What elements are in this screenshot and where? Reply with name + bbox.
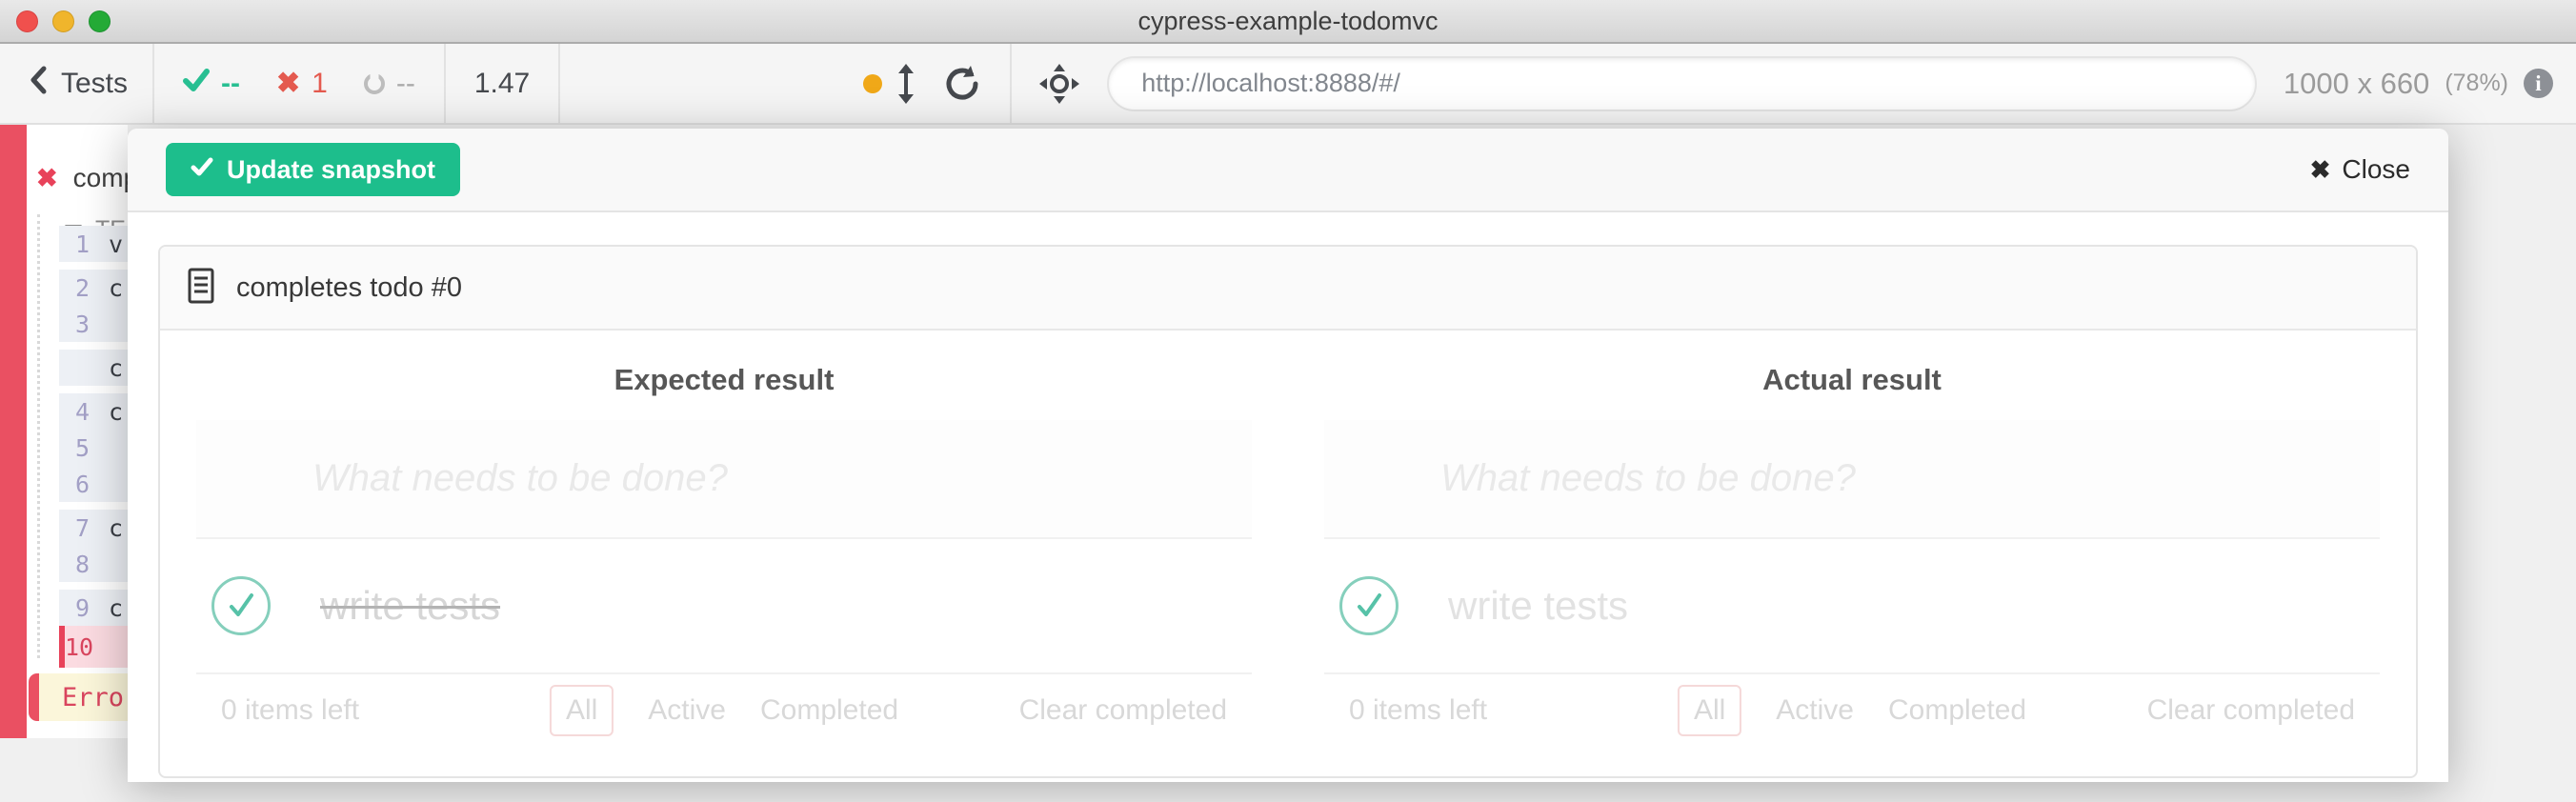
viewport-scale-arrow-icon	[894, 63, 918, 105]
items-left-count: 0 items left	[221, 694, 359, 727]
snapshot-overlay-header: Update snapshot ✖ Close	[128, 129, 2448, 212]
todo-item-label: write tests	[320, 583, 500, 629]
document-icon	[187, 268, 215, 309]
stat-failed-count: 1	[312, 68, 328, 100]
error-message-box: Error:	[29, 673, 128, 721]
stat-passed-count: --	[221, 68, 240, 100]
selector-playground-icon[interactable]	[1038, 63, 1080, 105]
info-icon[interactable]: i	[2524, 69, 2553, 98]
code-line-error: 10	[59, 626, 128, 668]
fail-x-icon: ✖	[36, 164, 58, 193]
test-title: completes todo #0	[236, 272, 462, 304]
expected-result-column: Expected result What needs to be done? w…	[160, 331, 1288, 776]
code-line: c	[59, 350, 128, 386]
snapshot-comparison: Expected result What needs to be done? w…	[160, 331, 2416, 776]
stat-pending: --	[364, 68, 415, 100]
code-line: 9c	[59, 590, 128, 626]
close-label: Close	[2342, 154, 2410, 185]
expected-todo-snapshot: What needs to be done? write tests 0 ite…	[196, 420, 1252, 747]
check-icon	[191, 155, 213, 185]
window-titlebar: cypress-example-todomvc	[0, 0, 2576, 44]
code-line: 8	[59, 546, 128, 582]
todo-toggle-checked-icon	[1339, 576, 1399, 635]
viewport-info: 1000 x 660 (78%) i	[2284, 67, 2553, 101]
minimize-window-button[interactable]	[52, 10, 74, 32]
x-icon: ✖	[276, 67, 300, 100]
back-to-tests-button[interactable]: Tests	[29, 65, 128, 103]
stat-passed: --	[183, 67, 240, 101]
update-snapshot-button[interactable]: Update snapshot	[166, 143, 460, 196]
filter-completed: Completed	[1888, 694, 2026, 727]
code-line: 7c	[59, 510, 128, 546]
error-label: Error:	[62, 683, 128, 712]
todo-toggle-checked-icon	[211, 576, 271, 635]
stat-failed: ✖ 1	[276, 67, 328, 100]
code-frame: 1v 2c 3 c 4c 5 6 7c 8 9c 10	[59, 226, 128, 668]
stat-pending-count: --	[396, 68, 415, 100]
code-line: 5	[59, 430, 128, 466]
snapshot-card: completes todo #0 Expected result What n…	[158, 245, 2418, 778]
todo-footer: 0 items left All Active Completed Clear …	[196, 674, 1252, 747]
filter-active: Active	[648, 694, 726, 727]
filter-all: All	[550, 685, 614, 736]
filter-active: Active	[1776, 694, 1854, 727]
expected-result-heading: Expected result	[160, 363, 1288, 397]
back-to-tests-label: Tests	[61, 68, 128, 100]
code-line: 4c	[59, 393, 128, 430]
check-icon	[183, 67, 210, 101]
toolbar-divider	[558, 44, 560, 123]
toolbar-divider	[444, 44, 446, 123]
window-title: cypress-example-todomvc	[1137, 7, 1438, 36]
items-left-count: 0 items left	[1349, 694, 1487, 727]
close-window-button[interactable]	[16, 10, 38, 32]
clear-completed-button: Clear completed	[2147, 694, 2355, 727]
url-text: http://localhost:8888/#/	[1141, 69, 1400, 98]
close-icon: ✖	[2310, 155, 2331, 185]
close-button[interactable]: ✖ Close	[2310, 154, 2410, 185]
test-duration: 1.47	[474, 68, 530, 100]
todo-item-label: write tests	[1448, 583, 1628, 629]
toolbar: Tests -- ✖ 1 -- 1.47	[0, 44, 2576, 125]
snapshot-overlay: Update snapshot ✖ Close completes todo #…	[128, 129, 2448, 782]
todo-filters: All Active Completed	[550, 685, 898, 736]
chevron-left-icon	[29, 65, 50, 103]
test-stats: -- ✖ 1 --	[183, 67, 415, 101]
viewport-scale: (78%)	[2445, 70, 2508, 97]
url-input[interactable]: http://localhost:8888/#/	[1107, 56, 2257, 111]
code-line: 2c	[59, 270, 128, 306]
new-todo-placeholder: What needs to be done?	[1440, 457, 1856, 500]
snapshot-card-header: completes todo #0	[160, 247, 2416, 331]
zoom-window-button[interactable]	[89, 10, 111, 32]
failed-test-stripe	[0, 125, 27, 738]
filter-completed: Completed	[760, 694, 898, 727]
filter-all: All	[1678, 685, 1741, 736]
failed-test-title: compl	[73, 163, 128, 193]
todo-filters: All Active Completed	[1678, 685, 2026, 736]
new-todo-placeholder: What needs to be done?	[312, 457, 728, 500]
new-todo-input: What needs to be done?	[1324, 420, 2380, 539]
actual-result-column: Actual result What needs to be done? wri…	[1288, 331, 2416, 776]
update-snapshot-label: Update snapshot	[227, 155, 435, 185]
actual-result-heading: Actual result	[1288, 363, 2416, 397]
failed-test-row[interactable]: ✖ compl	[36, 163, 128, 193]
main-content: ✖ compl TES 1v 2c 3 c 4c 5 6 7c 8 9c 10 …	[0, 125, 2576, 800]
new-todo-input: What needs to be done?	[196, 420, 1252, 539]
todo-item-row: write tests	[1324, 539, 2380, 674]
clear-completed-button: Clear completed	[1019, 694, 1227, 727]
code-line: 1v	[59, 226, 128, 262]
code-line: 3	[59, 306, 128, 342]
reporter-sidebar: ✖ compl TES 1v 2c 3 c 4c 5 6 7c 8 9c 10 …	[0, 125, 128, 738]
viewport-indicator-dot	[863, 74, 882, 93]
traffic-lights	[16, 0, 111, 42]
viewport-size: 1000 x 660	[2284, 67, 2429, 101]
code-line: 6	[59, 466, 128, 502]
actual-todo-snapshot: What needs to be done? write tests 0 ite…	[1324, 420, 2380, 747]
toolbar-divider	[152, 44, 154, 123]
todo-item-row: write tests	[196, 539, 1252, 674]
toolbar-divider	[1010, 44, 1012, 123]
todo-footer: 0 items left All Active Completed Clear …	[1324, 674, 2380, 747]
pending-circle-icon	[364, 73, 385, 94]
reload-icon[interactable]	[943, 64, 983, 104]
indent-guide	[37, 214, 40, 658]
